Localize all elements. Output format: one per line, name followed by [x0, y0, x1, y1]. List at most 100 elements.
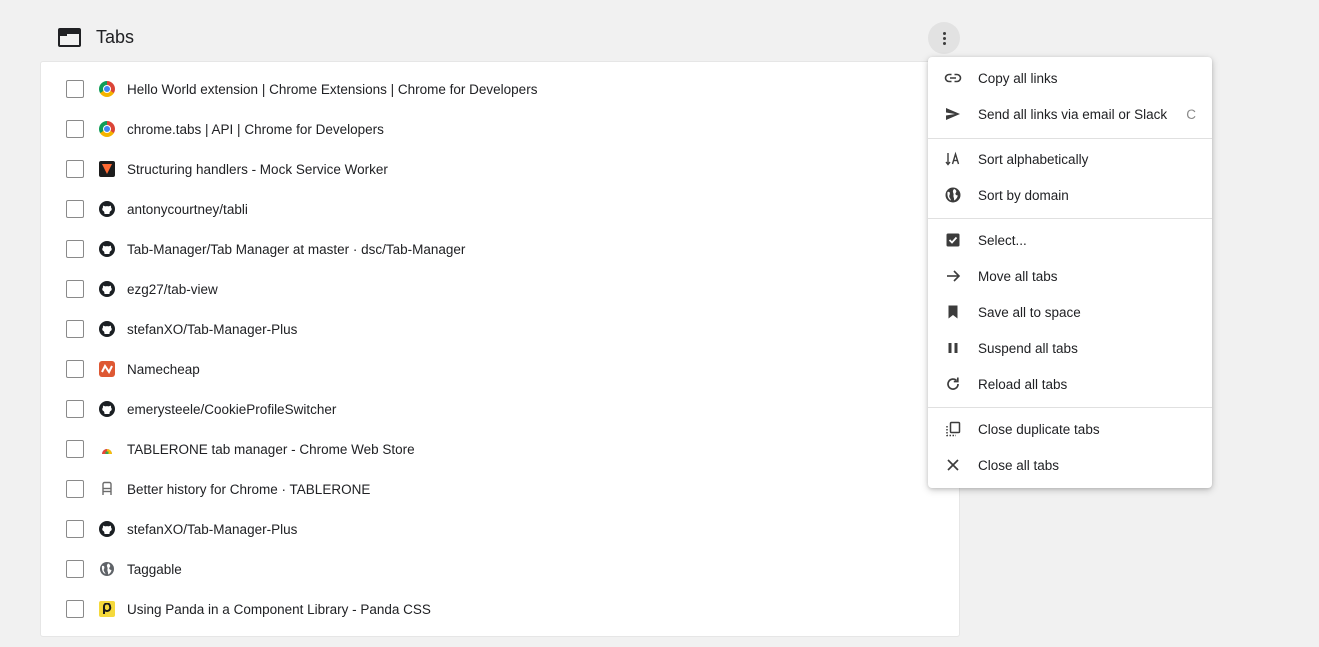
github-icon — [99, 201, 115, 217]
menu-item-close-all[interactable]: Close all tabs — [928, 447, 1212, 483]
menu-item-move-all[interactable]: Move all tabs — [928, 258, 1212, 294]
menu-item-save-to-space[interactable]: Save all to space — [928, 294, 1212, 330]
menu-item-shortcut: C — [1186, 106, 1196, 122]
tab-row[interactable]: Tab-Manager/Tab Manager at master · dsc/… — [41, 229, 959, 269]
tab-title[interactable]: stefanXO/Tab-Manager-Plus — [127, 322, 297, 337]
link-icon — [944, 69, 962, 87]
tab-row[interactable]: Using Panda in a Component Library - Pan… — [41, 589, 959, 629]
tab-checkbox[interactable] — [66, 120, 84, 138]
tab-checkbox[interactable] — [66, 360, 84, 378]
github-icon — [99, 401, 115, 417]
menu-item-close-duplicates[interactable]: Close duplicate tabs — [928, 411, 1212, 447]
tab-checkbox[interactable] — [66, 240, 84, 258]
menu-divider — [928, 407, 1212, 408]
more-vert-icon — [942, 31, 946, 45]
msw-icon — [99, 161, 115, 177]
bookmark-icon — [944, 303, 962, 321]
menu-item-label: Close all tabs — [978, 457, 1060, 473]
tab-row[interactable]: Taggable — [41, 549, 959, 589]
menu-item-select[interactable]: Select... — [928, 222, 1212, 258]
menu-item-label: Reload all tabs — [978, 376, 1068, 392]
tab-title[interactable]: chrome.tabs | API | Chrome for Developer… — [127, 122, 384, 137]
tab-checkbox[interactable] — [66, 600, 84, 618]
tab-checkbox[interactable] — [66, 520, 84, 538]
tab-checkbox[interactable] — [66, 400, 84, 418]
copy-icon — [944, 420, 962, 438]
chrome-icon — [99, 81, 115, 97]
checkbox-checked-icon — [944, 231, 962, 249]
tab-row[interactable]: TABLERONE tab manager - Chrome Web Store — [41, 429, 959, 469]
panda-icon — [99, 601, 115, 617]
window-icon — [58, 27, 81, 47]
globe-icon — [99, 561, 115, 577]
menu-item-label: Send all links via email or Slack — [978, 106, 1168, 122]
menu-item-label: Copy all links — [978, 70, 1058, 86]
menu-divider — [928, 218, 1212, 219]
tabs-context-menu: Copy all links Send all links via email … — [928, 57, 1212, 488]
menu-item-send-links[interactable]: Send all links via email or Slack C — [928, 96, 1212, 132]
tab-row[interactable]: emerysteele/CookieProfileSwitcher — [41, 389, 959, 429]
menu-item-label: Sort alphabetically — [978, 151, 1089, 167]
menu-item-sort-by-domain[interactable]: Sort by domain — [928, 177, 1212, 213]
more-options-button[interactable] — [928, 22, 960, 54]
tab-row[interactable]: Namecheap — [41, 349, 959, 389]
tab-title[interactable]: Tab-Manager/Tab Manager at master · dsc/… — [127, 242, 465, 257]
tab-checkbox[interactable] — [66, 480, 84, 498]
pause-icon — [944, 339, 962, 357]
github-icon — [99, 321, 115, 337]
menu-item-suspend-all[interactable]: Suspend all tabs — [928, 330, 1212, 366]
tab-row[interactable]: Structuring handlers - Mock Service Work… — [41, 149, 959, 189]
tab-checkbox[interactable] — [66, 80, 84, 98]
tab-title[interactable]: TABLERONE tab manager - Chrome Web Store — [127, 442, 415, 457]
tablerone-icon — [99, 441, 115, 457]
menu-item-copy-links[interactable]: Copy all links — [928, 60, 1212, 96]
tab-title[interactable]: Structuring handlers - Mock Service Work… — [127, 162, 388, 177]
menu-divider — [928, 138, 1212, 139]
send-icon — [944, 105, 962, 123]
menu-item-label: Sort by domain — [978, 187, 1069, 203]
tab-checkbox[interactable] — [66, 160, 84, 178]
menu-item-label: Move all tabs — [978, 268, 1058, 284]
tab-title[interactable]: Hello World extension | Chrome Extension… — [127, 82, 537, 97]
tab-title[interactable]: antonycourtney/tabli — [127, 202, 248, 217]
close-icon — [944, 456, 962, 474]
menu-item-reload-all[interactable]: Reload all tabs — [928, 366, 1212, 402]
tab-title[interactable]: Better history for Chrome · TABLERONE — [127, 482, 370, 497]
tab-row[interactable]: stefanXO/Tab-Manager-Plus — [41, 309, 959, 349]
tab-checkbox[interactable] — [66, 320, 84, 338]
tab-row[interactable]: Hello World extension | Chrome Extension… — [41, 69, 959, 109]
tab-title[interactable]: ezg27/tab-view — [127, 282, 218, 297]
menu-item-label: Save all to space — [978, 304, 1081, 320]
tab-title[interactable]: emerysteele/CookieProfileSwitcher — [127, 402, 336, 417]
namecheap-icon — [99, 361, 115, 377]
chrome-icon — [99, 121, 115, 137]
tab-row[interactable]: ezg27/tab-view — [41, 269, 959, 309]
tab-checkbox[interactable] — [66, 440, 84, 458]
tab-checkbox[interactable] — [66, 280, 84, 298]
tab-title[interactable]: Namecheap — [127, 362, 200, 377]
tab-row[interactable]: chrome.tabs | API | Chrome for Developer… — [41, 109, 959, 149]
tab-row[interactable]: antonycourtney/tabli — [41, 189, 959, 229]
tab-title[interactable]: Taggable — [127, 562, 182, 577]
tab-row[interactable]: Better history for Chrome · TABLERONE — [41, 469, 959, 509]
menu-item-sort-alphabetically[interactable]: Sort alphabetically — [928, 141, 1212, 177]
section-title: Tabs — [96, 26, 135, 47]
github-icon — [99, 241, 115, 257]
tab-title[interactable]: Using Panda in a Component Library - Pan… — [127, 602, 431, 617]
tab-checkbox[interactable] — [66, 200, 84, 218]
tab-list-panel: Hello World extension | Chrome Extension… — [40, 61, 960, 637]
menu-item-label: Suspend all tabs — [978, 340, 1078, 356]
github-icon — [99, 281, 115, 297]
github-icon — [99, 521, 115, 537]
sort-by-alpha-icon — [944, 150, 962, 168]
refresh-icon — [944, 375, 962, 393]
tab-row[interactable]: stefanXO/Tab-Manager-Plus — [41, 509, 959, 549]
arrow-forward-icon — [944, 267, 962, 285]
tab-title[interactable]: stefanXO/Tab-Manager-Plus — [127, 522, 297, 537]
menu-item-label: Close duplicate tabs — [978, 421, 1100, 437]
section-header: Tabs — [58, 24, 134, 50]
tab-checkbox[interactable] — [66, 560, 84, 578]
chair-icon — [99, 481, 115, 497]
menu-item-label: Select... — [978, 232, 1027, 248]
globe-icon — [944, 186, 962, 204]
